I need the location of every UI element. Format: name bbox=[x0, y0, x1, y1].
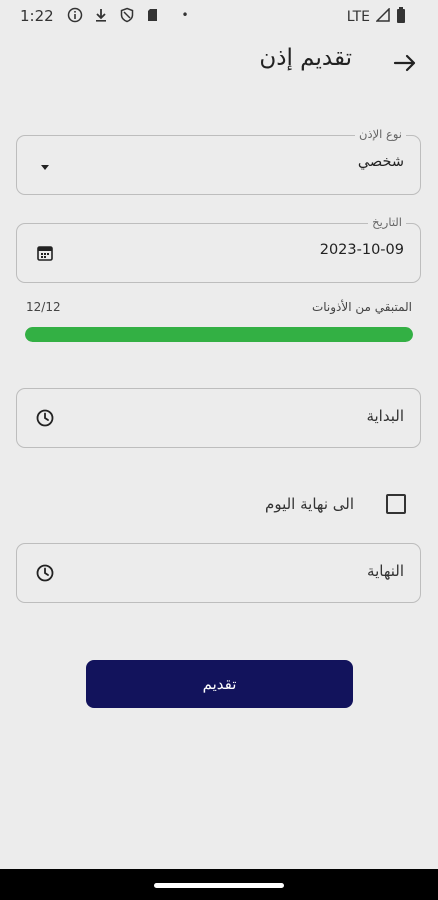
end-of-day-label: الى نهاية اليوم bbox=[265, 495, 354, 513]
remaining-progress-fill bbox=[25, 327, 413, 342]
calendar-icon[interactable] bbox=[35, 243, 55, 263]
status-time: 1:22 bbox=[20, 7, 54, 25]
info-icon bbox=[66, 6, 84, 24]
start-time-field[interactable]: البداية bbox=[16, 388, 421, 448]
navigation-bar bbox=[0, 869, 438, 900]
status-right: LTE bbox=[347, 7, 406, 27]
app-bar: تقديم إذن bbox=[0, 32, 438, 94]
clock-icon[interactable] bbox=[35, 408, 55, 428]
status-icons-left: • bbox=[66, 6, 194, 24]
permission-type-dropdown[interactable]: نوع الإذن شخصي bbox=[16, 127, 421, 195]
end-of-day-row: الى نهاية اليوم bbox=[265, 494, 406, 514]
home-handle[interactable] bbox=[154, 883, 284, 888]
date-label: التاريخ bbox=[368, 215, 406, 229]
clock-icon[interactable] bbox=[35, 563, 55, 583]
remaining-label: المتبقي من الأذونات bbox=[311, 300, 412, 314]
signal-icon bbox=[375, 7, 390, 26]
end-time-placeholder: النهاية bbox=[367, 562, 404, 580]
battery-icon bbox=[396, 7, 406, 27]
submit-button[interactable]: تقديم bbox=[86, 660, 353, 708]
shield-icon bbox=[118, 6, 136, 24]
date-value: 2023-10-09 bbox=[319, 242, 404, 258]
permission-type-value: شخصي bbox=[357, 154, 404, 170]
status-dot: • bbox=[181, 8, 189, 22]
permission-type-label: نوع الإذن bbox=[355, 127, 406, 141]
sd-card-icon bbox=[144, 6, 162, 24]
start-time-placeholder: البداية bbox=[366, 407, 404, 425]
remaining-progress-bar bbox=[25, 327, 413, 342]
dropdown-arrow-icon[interactable] bbox=[39, 158, 59, 178]
end-of-day-checkbox[interactable] bbox=[386, 494, 406, 514]
date-field[interactable]: التاريخ 2023-10-09 bbox=[16, 215, 421, 283]
download-icon bbox=[92, 6, 110, 24]
remaining-count: 12/12 bbox=[26, 300, 61, 314]
network-label: LTE bbox=[346, 9, 370, 25]
arrow-right-icon[interactable] bbox=[390, 48, 420, 78]
page-title: تقديم إذن bbox=[259, 45, 352, 71]
end-time-field[interactable]: النهاية bbox=[16, 543, 421, 603]
status-bar: 1:22 • LTE bbox=[0, 0, 438, 32]
